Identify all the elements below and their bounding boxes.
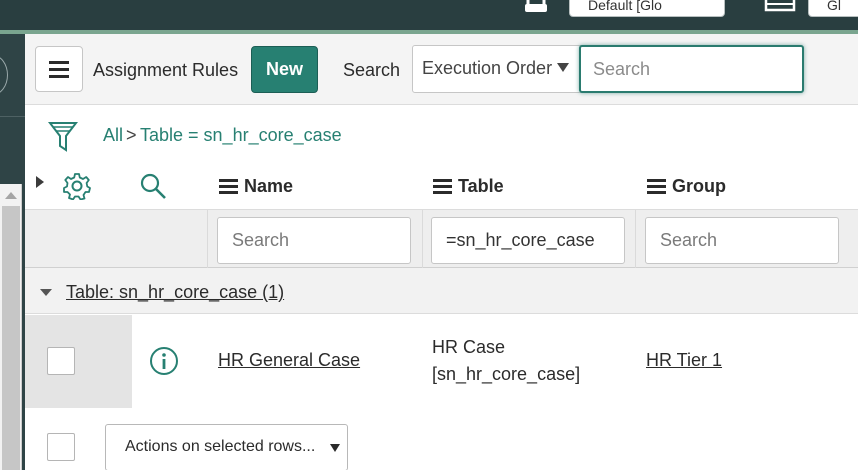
divider bbox=[0, 116, 25, 117]
search-icon[interactable] bbox=[139, 172, 167, 200]
select-all-checkbox[interactable] bbox=[47, 433, 75, 461]
column-menu-icon[interactable] bbox=[433, 179, 452, 194]
column-header-table[interactable]: Table bbox=[433, 176, 504, 197]
scroll-up-icon[interactable] bbox=[5, 192, 17, 199]
column-label: Table bbox=[458, 176, 504, 196]
breadcrumb-separator: > bbox=[126, 125, 137, 145]
application-select[interactable]: Gl bbox=[808, 0, 858, 17]
group-column-search[interactable] bbox=[645, 217, 839, 264]
navigator-collapse-icon[interactable] bbox=[0, 55, 8, 95]
list-header: Assignment Rules New Search Execution Or… bbox=[25, 34, 858, 105]
table-row: HR General Case HR Case [sn_hr_core_case… bbox=[25, 315, 858, 408]
window-icon[interactable] bbox=[764, 0, 796, 14]
rule-group-link[interactable]: HR Tier 1 bbox=[646, 350, 722, 371]
list-footer: Actions on selected rows... bbox=[25, 408, 858, 470]
rule-name-link[interactable]: HR General Case bbox=[218, 350, 360, 371]
breadcrumb-condition-link[interactable]: Table = sn_hr_core_case bbox=[140, 125, 342, 146]
new-button[interactable]: New bbox=[251, 46, 318, 93]
chevron-down-icon bbox=[557, 63, 569, 72]
navigator-scrollbar[interactable] bbox=[0, 184, 22, 470]
hamburger-icon bbox=[49, 74, 69, 78]
list-menu-button[interactable] bbox=[35, 46, 83, 92]
column-header-row: Name Table Group bbox=[25, 166, 858, 210]
row-checkbox[interactable] bbox=[47, 347, 75, 375]
scrollbar-thumb[interactable] bbox=[2, 206, 20, 470]
expand-icon[interactable] bbox=[36, 176, 44, 188]
column-search-row bbox=[25, 210, 858, 268]
table-name: [sn_hr_core_case] bbox=[432, 364, 581, 384]
column-header-name[interactable]: Name bbox=[219, 176, 293, 197]
app-banner: Default [Glo Gl bbox=[0, 0, 858, 30]
chevron-down-icon bbox=[330, 444, 340, 452]
info-icon[interactable] bbox=[149, 346, 179, 376]
column-label: Name bbox=[244, 176, 294, 196]
table-label: HR Case bbox=[432, 337, 506, 357]
list-title: Assignment Rules bbox=[93, 60, 239, 80]
search-field-select[interactable]: Execution Order bbox=[412, 45, 596, 93]
actions-select[interactable]: Actions on selected rows... bbox=[105, 424, 348, 470]
column-label: Group bbox=[672, 176, 726, 196]
divider bbox=[635, 210, 636, 268]
search-label: Search bbox=[343, 60, 401, 80]
row-select-cell bbox=[25, 315, 132, 408]
list-search-input[interactable] bbox=[579, 45, 804, 93]
group-label[interactable]: Table: sn_hr_core_case (1) bbox=[66, 282, 284, 303]
group-row: Table: sn_hr_core_case (1) bbox=[25, 268, 858, 314]
gear-icon[interactable] bbox=[63, 172, 91, 200]
column-header-group[interactable]: Group bbox=[647, 176, 726, 197]
filter-icon[interactable] bbox=[48, 119, 78, 153]
name-column-search[interactable] bbox=[217, 217, 411, 264]
breadcrumb: All > Table = sn_hr_core_case bbox=[25, 106, 858, 166]
actions-label: Actions on selected rows... bbox=[125, 438, 316, 455]
hamburger-icon bbox=[49, 60, 69, 64]
column-menu-icon[interactable] bbox=[219, 179, 238, 194]
divider bbox=[422, 210, 423, 268]
column-menu-icon[interactable] bbox=[647, 179, 666, 194]
collapse-group-icon[interactable] bbox=[40, 289, 52, 296]
update-set-select[interactable]: Default [Glo bbox=[569, 0, 725, 17]
search-field-value: Execution Order bbox=[422, 58, 553, 78]
divider bbox=[207, 210, 208, 268]
rule-table-cell: HR Case [sn_hr_core_case] bbox=[432, 334, 580, 388]
breadcrumb-all-link[interactable]: All bbox=[103, 125, 123, 146]
table-column-search[interactable] bbox=[431, 217, 625, 264]
print-icon[interactable] bbox=[522, 0, 552, 16]
hamburger-icon bbox=[49, 67, 69, 71]
